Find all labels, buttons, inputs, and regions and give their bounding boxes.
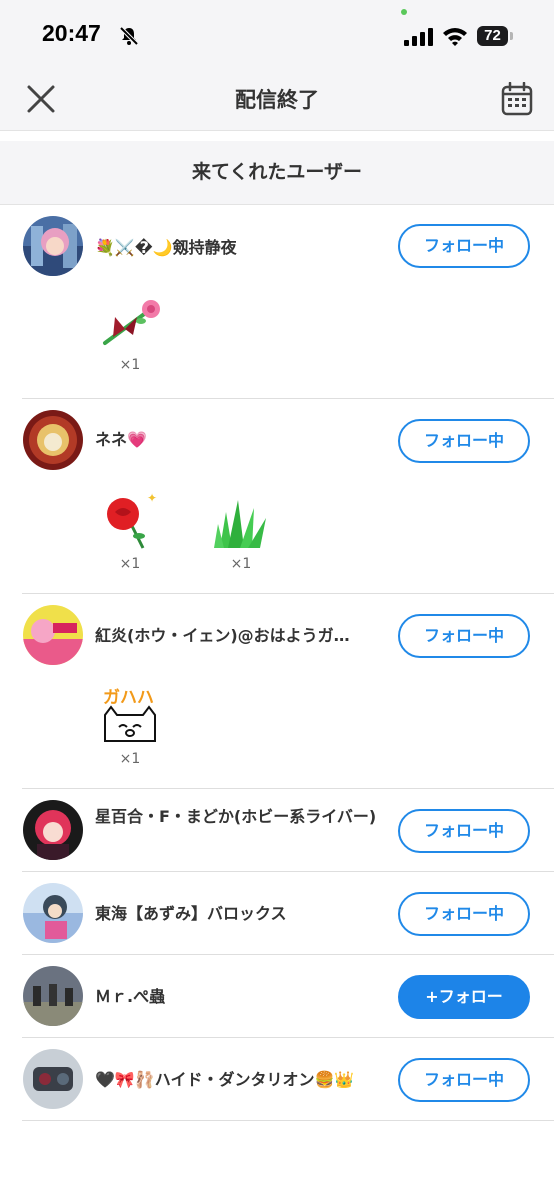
gift-item: ガハハ ×1 bbox=[95, 685, 165, 767]
avatar[interactable] bbox=[23, 605, 83, 665]
gift-count: ×1 bbox=[230, 556, 252, 572]
row-divider bbox=[22, 788, 554, 789]
avatar[interactable] bbox=[23, 216, 83, 276]
row-divider bbox=[22, 954, 554, 955]
gift-item: ×1 bbox=[206, 490, 276, 572]
user-name[interactable]: 東海【あずみ】バロックス bbox=[95, 900, 385, 928]
calendar-icon[interactable] bbox=[501, 82, 533, 116]
gift-count: ×1 bbox=[119, 357, 141, 373]
user-name[interactable]: Ｍｒ.ぺ蟲 bbox=[95, 983, 385, 1011]
row-divider bbox=[22, 1120, 554, 1121]
user-name[interactable]: 🖤🎀🩰ハイド・ダンタリオン🍔👑 bbox=[95, 1066, 385, 1094]
section-title: 来てくれたユーザー bbox=[191, 161, 363, 183]
svg-text:✦: ✦ bbox=[147, 491, 157, 505]
grass-icon bbox=[214, 500, 266, 548]
battery-indicator: 72 bbox=[477, 26, 508, 46]
gift-item: ✦ ×1 bbox=[95, 490, 165, 572]
gift-count: ×1 bbox=[119, 751, 141, 767]
silent-bell-icon bbox=[119, 26, 139, 46]
svg-text:ガハハ: ガハハ bbox=[103, 688, 154, 708]
user-name[interactable]: ネネ💗 bbox=[95, 426, 385, 454]
avatar[interactable] bbox=[23, 800, 83, 860]
row-divider bbox=[22, 593, 554, 594]
row-divider bbox=[22, 398, 554, 399]
following-button[interactable]: フォロー中 bbox=[398, 614, 530, 658]
following-button[interactable]: フォロー中 bbox=[398, 224, 530, 268]
cellular-signal-icon bbox=[404, 28, 433, 46]
user-name[interactable]: 💐⚔️�🌙剱持静夜 bbox=[95, 234, 385, 262]
row-divider bbox=[22, 871, 554, 872]
rose-bouquet-icon bbox=[103, 300, 160, 345]
avatar[interactable] bbox=[23, 883, 83, 943]
following-button[interactable]: フォロー中 bbox=[398, 1058, 530, 1102]
status-time: 20:47 bbox=[42, 20, 101, 46]
row-divider bbox=[22, 1037, 554, 1038]
avatar[interactable] bbox=[23, 966, 83, 1026]
avatar[interactable] bbox=[23, 1049, 83, 1109]
page-title: 配信終了 bbox=[235, 88, 319, 112]
user-name[interactable]: 紅炎(ホウ・イェン)@おはようガ… bbox=[95, 622, 385, 650]
user-name[interactable]: 星百合・F・まどか(ホビー系ライバー) bbox=[95, 803, 387, 831]
following-button[interactable]: フォロー中 bbox=[398, 419, 530, 463]
follow-button[interactable]: +フォロー bbox=[398, 975, 530, 1019]
avatar[interactable] bbox=[23, 410, 83, 470]
red-rose-icon: ✦ bbox=[107, 491, 157, 549]
section-header: 来てくれたユーザー bbox=[0, 141, 554, 205]
gift-count: ×1 bbox=[119, 556, 141, 572]
battery-cap bbox=[510, 32, 513, 40]
gift-item: ×1 bbox=[95, 295, 165, 373]
privacy-indicator bbox=[401, 9, 407, 15]
gahaha-cat-icon: ガハハ bbox=[103, 688, 156, 742]
following-button[interactable]: フォロー中 bbox=[398, 892, 530, 936]
wifi-icon bbox=[443, 28, 467, 46]
following-button[interactable]: フォロー中 bbox=[398, 809, 530, 853]
